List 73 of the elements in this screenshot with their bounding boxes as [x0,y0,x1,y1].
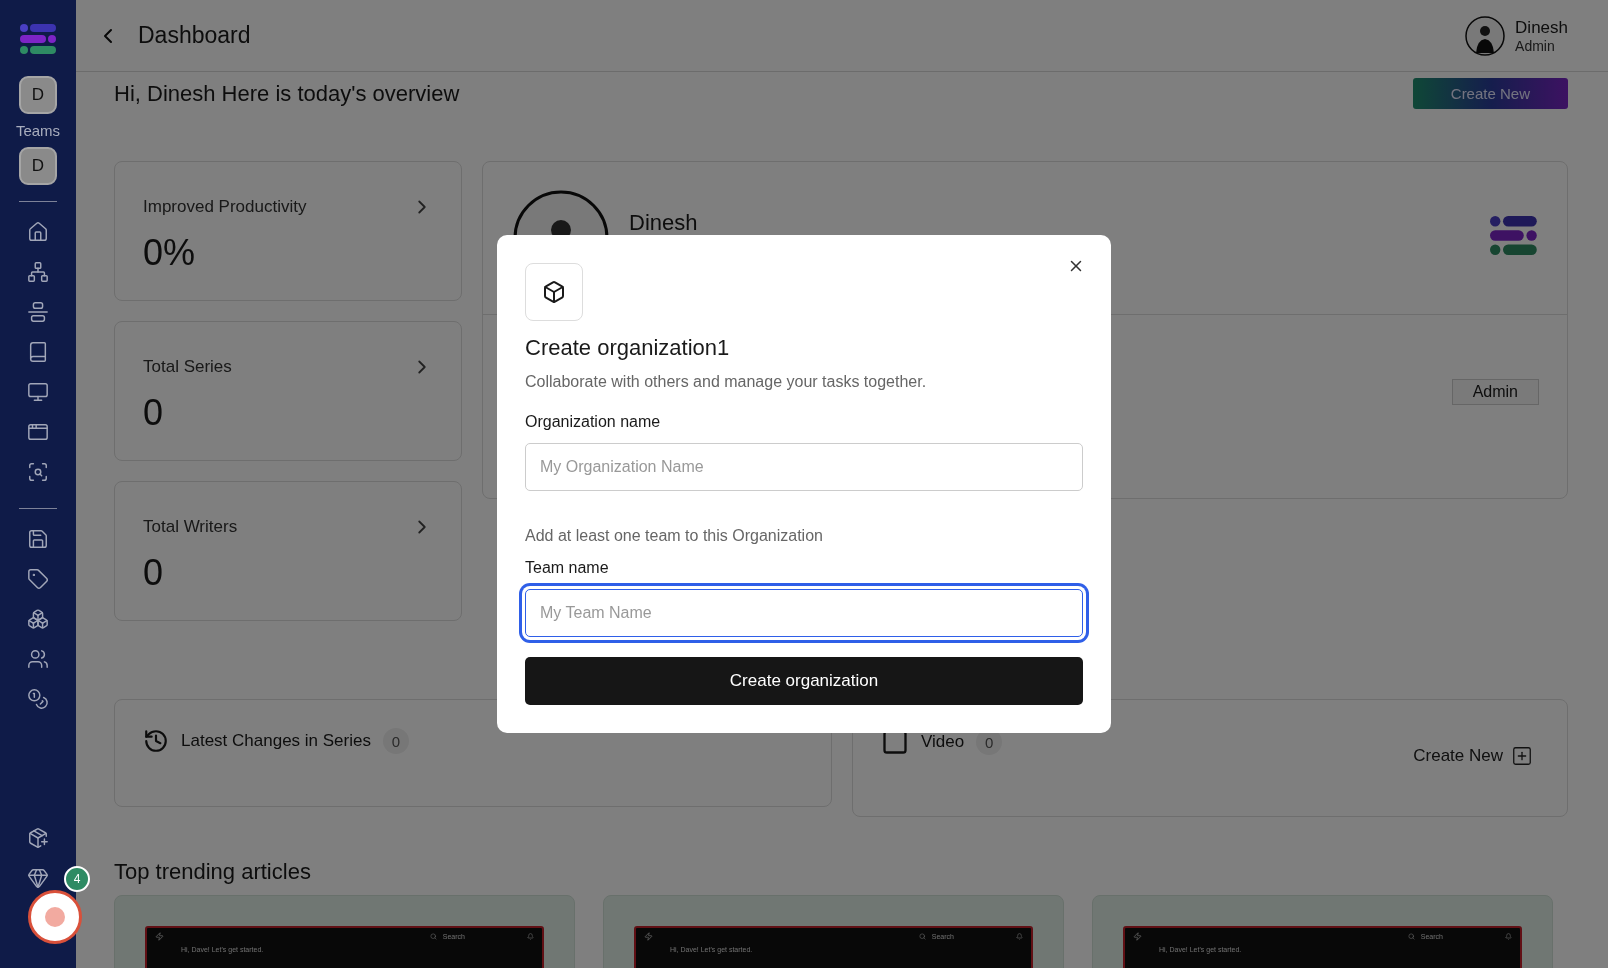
stat-value: 0 [143,552,165,594]
sitemap-nav-button[interactable] [27,261,49,283]
field-label: Team name [525,559,610,577]
avatar-icon [1465,15,1506,56]
bell-icon [1016,933,1023,940]
bolt-icon [1133,932,1142,941]
bell-icon [1505,933,1512,940]
book-nav-button[interactable] [27,341,49,363]
team-hint: Add at least one team to this Organization [525,527,824,545]
sitemap-icon [27,261,49,283]
stat-label: Total Writers [143,517,238,537]
team-button[interactable]: D [19,76,57,114]
plus-square-icon [1511,745,1533,767]
create-new-button[interactable]: Create New [1412,78,1568,109]
monitor-nav-button[interactable] [27,381,49,403]
logo-icon [20,24,56,54]
stack-icon [27,301,49,323]
boxes-nav-button[interactable] [27,608,49,630]
tag-nav-button[interactable] [27,568,49,590]
bolt-icon [155,932,164,941]
user-name: Dinesh [1515,17,1568,38]
role-tag: Admin [1451,378,1539,405]
dialog-subtitle: Collaborate with others and manage your tasks together. [525,373,928,391]
boxes-icon [27,608,49,630]
create-organization-button[interactable]: Create organization [525,657,1083,705]
teams-label: Teams [15,122,61,139]
text-field[interactable]: My Team Name [525,589,1083,637]
home-icon [27,221,49,243]
history-icon [143,728,169,754]
book-icon [27,341,49,363]
count-badge: 0 [382,728,409,754]
bell-icon [527,933,534,940]
save-nav-button[interactable] [27,528,49,550]
stack-nav-button[interactable] [27,301,49,323]
gem-icon [27,867,49,889]
save-icon [27,528,49,550]
notification-badge: 4 [64,866,90,892]
search-icon [429,933,437,940]
scan-search-icon [27,461,49,483]
stat-value: 0% [143,232,197,274]
stat-label: Improved Productivity [143,197,307,217]
package-plus-icon [27,827,49,849]
tag-icon [27,568,49,590]
dialog-title: Create organization1 [525,335,731,361]
gem-nav-button[interactable] [27,867,49,889]
monitor-icon [27,381,49,403]
home-nav-button[interactable] [27,221,49,243]
panel-title: Video [921,732,965,752]
page-title: Dashboard [138,22,252,49]
profile-name: Dinesh [629,210,699,236]
scan-search-nav-button[interactable] [27,461,49,483]
coins-nav-button[interactable] [27,688,49,710]
bolt-icon [644,932,653,941]
search-icon [918,933,926,940]
users-nav-button[interactable] [27,648,49,670]
window-icon [27,421,49,443]
logo-icon [1490,216,1537,255]
create-new-button[interactable]: Create New [1407,744,1539,768]
package-plus-nav-button[interactable] [27,827,49,849]
panel-title: Latest Changes in Series [181,731,371,751]
window-nav-button[interactable] [27,421,49,443]
greeting-text: Hi, Dinesh Here is today's overview [114,80,460,107]
search-icon [1407,933,1415,940]
user-role: Admin [1515,37,1556,54]
coins-icon [27,688,49,710]
cube-icon [542,280,566,304]
stat-value: 0 [143,392,165,434]
stat-label: Total Series [143,357,232,377]
field-label: Organization name [525,413,662,431]
team-button[interactable]: D [19,147,57,185]
users-icon [27,648,49,670]
section-title: Top trending articles [114,859,312,885]
chat-bubble[interactable] [28,890,82,944]
